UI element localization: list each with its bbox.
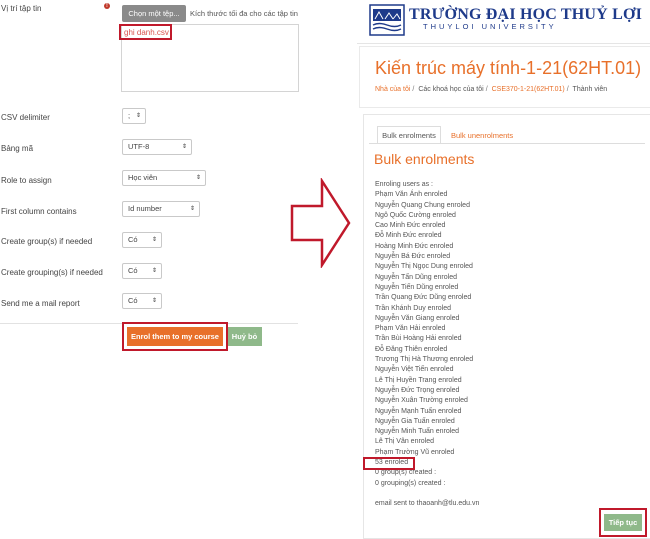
log-line: Hoàng Minh Đức enroled bbox=[375, 242, 454, 250]
highlight-enrol bbox=[122, 322, 228, 351]
encoding-value: UTF-8 bbox=[128, 142, 150, 151]
log-line: Nguyễn Việt Tiến enroled bbox=[375, 366, 454, 374]
chevron-updown-icon: ⇕ bbox=[151, 237, 157, 243]
send-report-label: Send me a mail report bbox=[1, 299, 80, 308]
chevron-updown-icon: ⇕ bbox=[151, 298, 157, 304]
chevron-updown-icon: ⇕ bbox=[189, 206, 195, 212]
log-line: Trương Thị Hà Thương enroled bbox=[375, 356, 474, 364]
first-column-select[interactable]: Id number ⇕ bbox=[122, 201, 200, 217]
role-value: Học viên bbox=[128, 173, 158, 182]
create-groups-label: Create group(s) if needed bbox=[1, 237, 93, 246]
send-report-select[interactable]: Có ⇕ bbox=[122, 293, 162, 309]
university-subtitle: THUYLOI UNIVERSITY bbox=[423, 22, 557, 31]
log-line: Trần Khánh Duy enroled bbox=[375, 304, 452, 312]
choose-file-button[interactable]: Chọn một tệp... bbox=[122, 5, 186, 22]
log-line: Phạm Văn Hải enroled bbox=[375, 325, 446, 333]
csv-delimiter-select[interactable]: ; ⇕ bbox=[122, 108, 146, 124]
breadcrumb-my-courses[interactable]: Các khoá học của tôi bbox=[418, 86, 483, 93]
role-select[interactable]: Học viên ⇕ bbox=[122, 170, 206, 186]
cancel-button[interactable]: Huỷ bỏ bbox=[227, 327, 262, 346]
first-column-value: Id number bbox=[128, 204, 162, 213]
csv-delimiter-label: CSV delimiter bbox=[1, 113, 50, 122]
max-size-text: Kích thước tối đa cho các tập tin bbox=[190, 9, 298, 18]
log-line: Nguyễn Minh Tuấn enroled bbox=[375, 428, 460, 436]
enrol-form-panel: Vị trí tập tin ! Chọn một tệp... Kích th… bbox=[0, 0, 300, 537]
highlight-continue bbox=[599, 508, 647, 537]
log-line: Nguyễn Xuân Trường enroled bbox=[375, 397, 468, 405]
first-column-label: First column contains bbox=[1, 207, 77, 216]
chevron-updown-icon: ⇕ bbox=[135, 113, 141, 119]
breadcrumb-participants[interactable]: Thành viên bbox=[573, 86, 608, 93]
log-line: Đỗ Minh Đức enroled bbox=[375, 232, 442, 240]
log-line: Đỗ Đăng Thiên enroled bbox=[375, 345, 448, 353]
right-arrow-icon bbox=[290, 178, 351, 268]
encoding-label: Bảng mã bbox=[1, 144, 34, 153]
tab-bulk-unenrolments[interactable]: Bulk unenrolments bbox=[451, 131, 513, 140]
create-groupings-value: Có bbox=[128, 266, 138, 275]
log-line: Ngô Quốc Cường enroled bbox=[375, 211, 456, 219]
enrol-result-panel: TRƯỜNG ĐẠI HỌC THUỶ LỢI THUYLOI UNIVERSI… bbox=[357, 0, 650, 539]
create-groups-value: Có bbox=[128, 235, 138, 244]
breadcrumb: Nhà của tôi / Các khoá học của tôi / CSE37… bbox=[375, 86, 608, 93]
log-line: Nguyễn Đức Trọng enroled bbox=[375, 386, 460, 394]
log-line: Cao Minh Đức enroled bbox=[375, 222, 446, 230]
create-groups-select[interactable]: Có ⇕ bbox=[122, 232, 162, 248]
tab-bulk-enrolments[interactable]: Bulk enrolments bbox=[377, 126, 441, 144]
breadcrumb-course[interactable]: CSE370-1-21(62HT.01) bbox=[492, 86, 565, 93]
course-title: Kiến trúc máy tính-1-21(62HT.01) bbox=[375, 58, 642, 78]
breadcrumb-home[interactable]: Nhà của tôi bbox=[375, 86, 410, 93]
log-line: Nguyễn Mạnh Tuấn enroled bbox=[375, 407, 462, 415]
chevron-updown-icon: ⇕ bbox=[181, 144, 187, 150]
chevron-updown-icon: ⇕ bbox=[195, 175, 201, 181]
log-line: Nguyễn Thị Ngọc Dung enroled bbox=[375, 263, 473, 271]
log-line: Nguyễn Quang Chung enroled bbox=[375, 201, 470, 209]
role-label: Role to assign bbox=[1, 176, 52, 185]
highlight-file bbox=[119, 24, 172, 40]
email-sent-text: email sent to thaoanh@tlu.edu.vn bbox=[375, 500, 480, 508]
university-logo-icon bbox=[369, 4, 405, 36]
log-line: Nguyễn Gia Tuấn enroled bbox=[375, 417, 455, 425]
create-groupings-label: Create grouping(s) if needed bbox=[1, 268, 103, 277]
log-line: Enroling users as : bbox=[375, 181, 433, 188]
header-divider bbox=[357, 43, 650, 44]
log-line: Nguyễn Tấn Dũng enroled bbox=[375, 273, 457, 281]
encoding-select[interactable]: UTF-8 ⇕ bbox=[122, 139, 192, 155]
send-report-value: Có bbox=[128, 296, 138, 305]
page-heading: Bulk enrolments bbox=[374, 151, 475, 167]
log-line: Nguyễn Văn Giang enroled bbox=[375, 314, 460, 322]
file-location-label: Vị trí tập tin bbox=[1, 4, 42, 13]
csv-delimiter-value: ; bbox=[128, 111, 131, 120]
create-groupings-select[interactable]: Có ⇕ bbox=[122, 263, 162, 279]
log-line: Trần Quang Đức Dũng enroled bbox=[375, 294, 472, 302]
log-line: Lê Thị Huyền Trang enroled bbox=[375, 376, 462, 384]
chevron-updown-icon: ⇕ bbox=[151, 268, 157, 274]
required-icon: ! bbox=[104, 3, 110, 9]
log-line: Phạm Văn Ánh enroled bbox=[375, 191, 448, 199]
log-line: Lê Thị Vân enroled bbox=[375, 438, 435, 446]
log-line: Nguyễn Bá Đức enroled bbox=[375, 253, 451, 261]
log-line: Nguyễn Tiến Dũng enroled bbox=[375, 283, 459, 291]
highlight-summary bbox=[363, 457, 415, 470]
tab-divider bbox=[369, 143, 645, 144]
log-line: Trần Bùi Hoàng Hải enroled bbox=[375, 335, 462, 343]
groupings-created: 0 grouping(s) created : bbox=[375, 479, 446, 487]
